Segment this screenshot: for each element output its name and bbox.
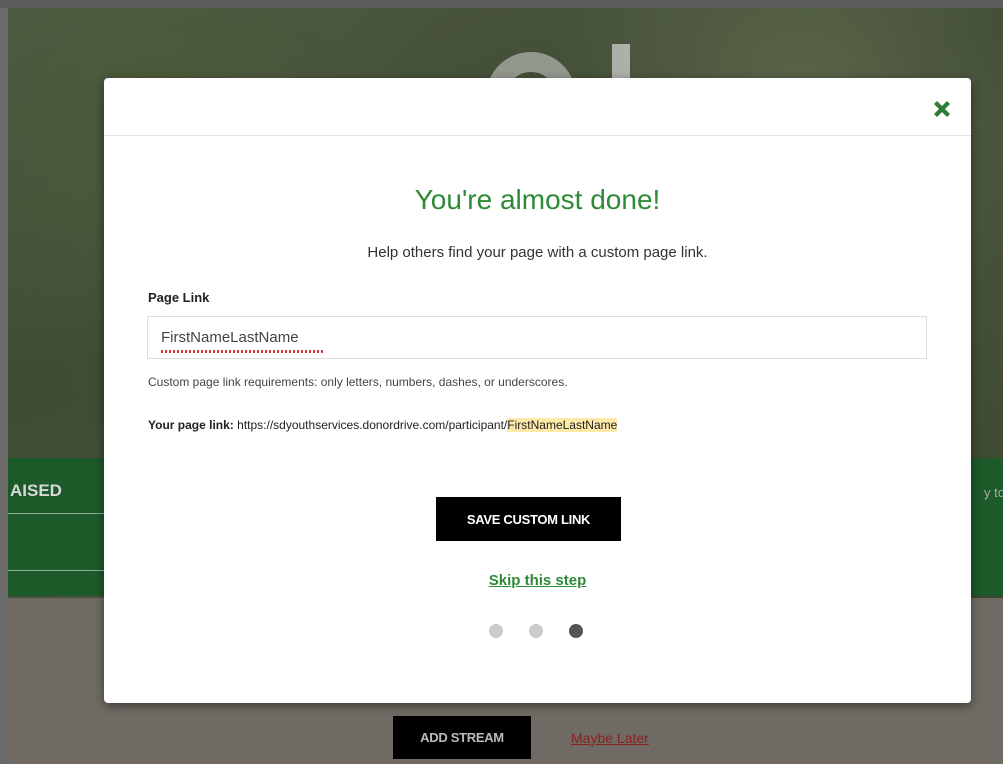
add-stream-button[interactable]: ADD STREAM [393, 716, 531, 759]
modal-title: You're almost done! [414, 184, 661, 215]
page-link-base-url: https://sdyouthservices.donordrive.com/p… [237, 418, 508, 432]
close-x-icon[interactable] [930, 97, 954, 121]
custom-link-modal: You're almost done! Help others find you… [104, 78, 971, 703]
page-link-preview: Your page link: https://sdyouthservices.… [148, 418, 618, 432]
page-link-label: Page Link [148, 290, 210, 305]
modal-subtitle: Help others find your page with a custom… [367, 244, 708, 261]
stats-divider [8, 513, 104, 514]
step-dot [529, 624, 543, 638]
page-link-slug: FirstNameLastName [507, 418, 618, 432]
page-link-preview-label: Your page link: [148, 418, 234, 432]
top-strip [0, 0, 1003, 8]
link-requirements-text: Custom page link requirements: only lett… [148, 375, 568, 389]
stats-divider [8, 570, 104, 571]
raised-label: AISED [10, 481, 62, 500]
spellcheck-underline [161, 350, 325, 353]
left-edge [0, 8, 8, 764]
step-dot-active [569, 624, 583, 638]
save-custom-link-button[interactable]: SAVE CUSTOM LINK [436, 497, 621, 541]
background-text-snippet: y tov [984, 485, 1003, 500]
skip-step-link[interactable]: Skip this step [104, 572, 971, 589]
step-dot [489, 624, 503, 638]
maybe-later-link[interactable]: Maybe Later [571, 730, 649, 746]
modal-header [104, 78, 971, 136]
